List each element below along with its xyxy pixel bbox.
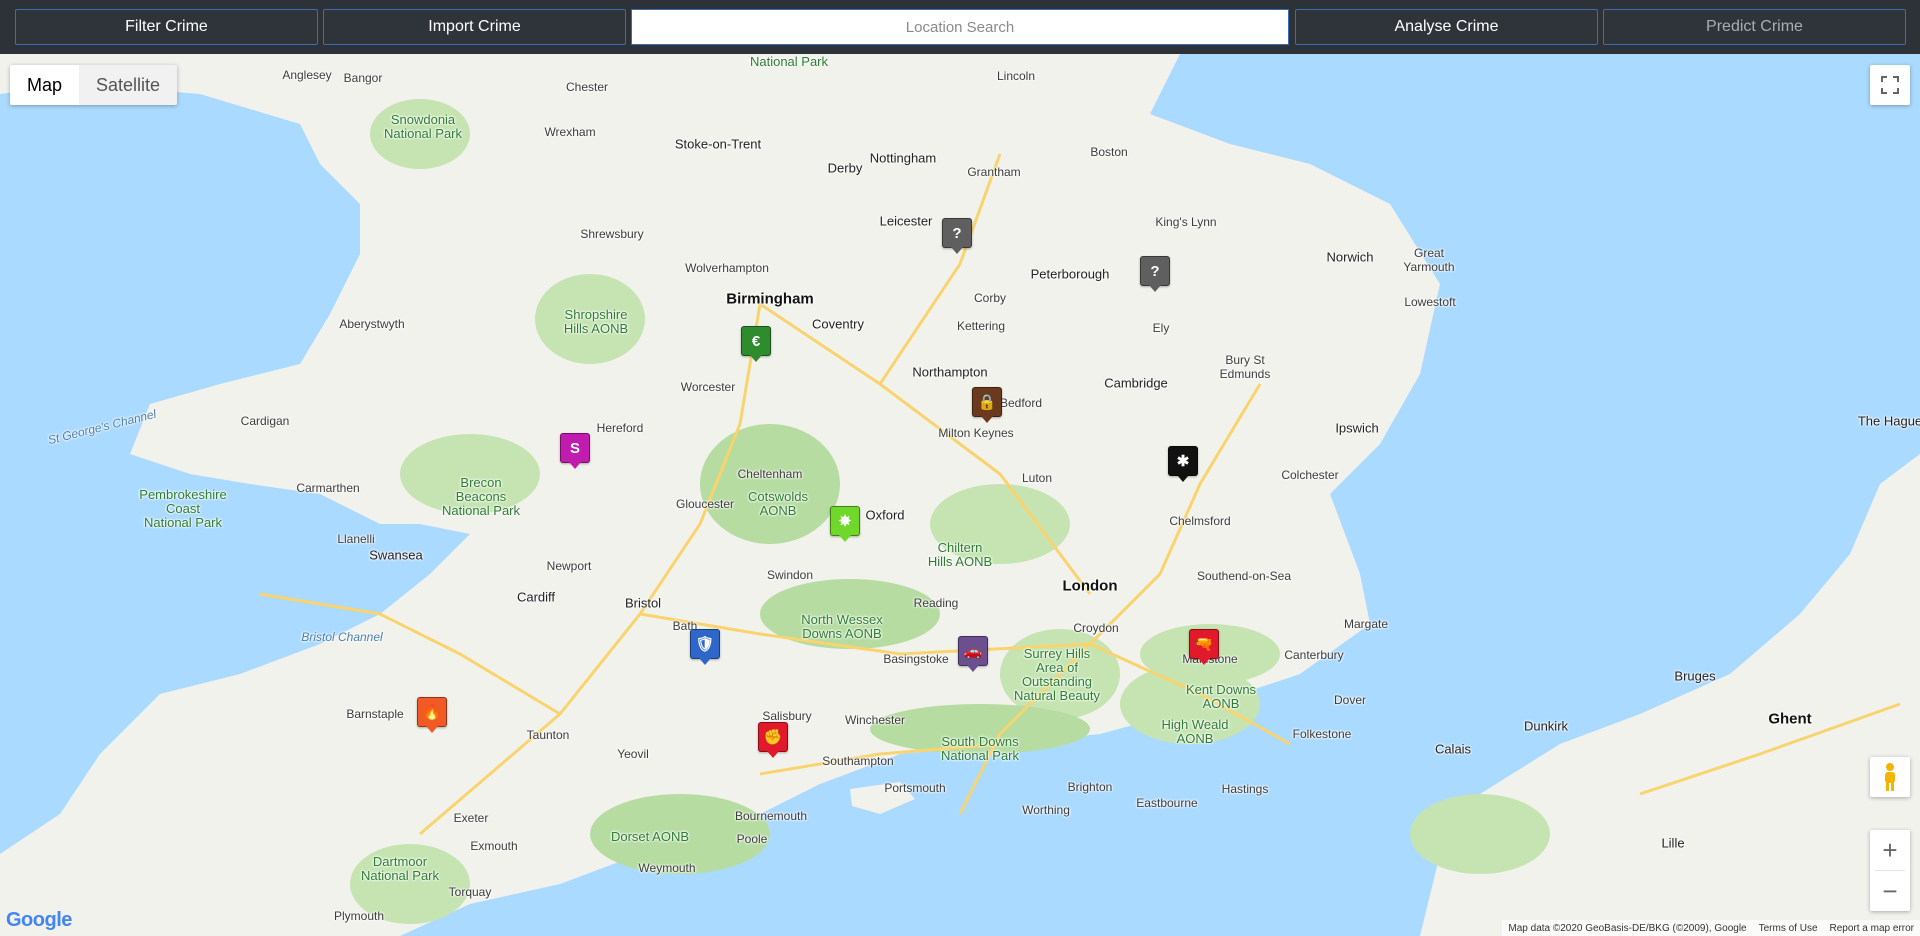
unknown-crime-marker[interactable]: ? — [1140, 256, 1170, 292]
fullscreen-icon — [1881, 76, 1899, 94]
plus-icon: + — [1882, 834, 1898, 865]
fullscreen-button[interactable] — [1870, 65, 1910, 105]
report-error-link[interactable]: Report a map error — [1830, 923, 1914, 934]
arson-marker[interactable]: 🔥 — [417, 697, 447, 733]
asb-marker[interactable]: 🛡 — [690, 629, 720, 665]
map-type-control: Map Satellite — [10, 65, 178, 105]
drugs-marker[interactable]: ✸ — [830, 506, 860, 542]
shoplifting-icon: S — [569, 439, 580, 457]
attribution-text: Map data ©2020 GeoBasis-DE/BKG (©2009), … — [1508, 922, 1747, 934]
top-toolbar: Filter Crime Import Crime Analyse Crime … — [0, 0, 1920, 55]
google-logo[interactable]: Google — [6, 909, 72, 932]
arson-icon: 🔥 — [422, 704, 442, 721]
google-logo-text: Google — [6, 909, 72, 931]
zoom-out-button[interactable]: − — [1870, 871, 1910, 911]
vehicle-crime-marker[interactable]: 🚗 — [958, 636, 988, 672]
violent-crime-icon: 🔫 — [1194, 636, 1214, 653]
predict-crime-button[interactable]: Predict Crime — [1603, 9, 1906, 45]
zoom-control: + − — [1870, 830, 1910, 911]
drugs-icon: ✸ — [838, 513, 852, 530]
public-order-icon: ✊ — [763, 729, 783, 746]
pegman-icon — [1885, 763, 1895, 791]
robbery-marker[interactable]: € — [741, 326, 771, 362]
terms-link[interactable]: Terms of Use — [1759, 923, 1818, 934]
map-footer: Map data ©2020 GeoBasis-DE/BKG (©2009), … — [1502, 920, 1920, 936]
burglary-icon: 🔒 — [977, 394, 997, 411]
import-crime-button[interactable]: Import Crime — [323, 9, 626, 45]
filter-crime-button[interactable]: Filter Crime — [15, 9, 318, 45]
map-type-map-button[interactable]: Map — [10, 65, 80, 105]
unknown-crime-marker[interactable]: ? — [942, 218, 972, 254]
analyse-crime-button[interactable]: Analyse Crime — [1295, 9, 1598, 45]
weapons-icon: ✱ — [1176, 453, 1190, 470]
public-order-marker[interactable]: ✊ — [758, 722, 788, 758]
robbery-icon: € — [751, 332, 761, 350]
burglary-marker[interactable]: 🔒 — [972, 387, 1002, 423]
vehicle-crime-icon: 🚗 — [963, 643, 983, 660]
map-canvas[interactable]: Birmingham London Stoke-on-Trent Derby N… — [0, 54, 1920, 936]
asb-icon: 🛡 — [695, 636, 715, 653]
map-type-satellite-button[interactable]: Satellite — [79, 65, 178, 105]
minus-icon: − — [1882, 875, 1898, 906]
unknown-crime-icon: ? — [952, 224, 962, 242]
zoom-in-button[interactable]: + — [1870, 830, 1910, 870]
violent-crime-marker[interactable]: 🔫 — [1189, 629, 1219, 665]
location-search-input[interactable] — [631, 9, 1289, 45]
weapons-marker[interactable]: ✱ — [1168, 446, 1198, 482]
street-view-button[interactable] — [1870, 757, 1910, 797]
shoplifting-marker[interactable]: S — [560, 433, 590, 469]
map-base-layer — [0, 54, 1920, 936]
unknown-crime-icon: ? — [1150, 262, 1160, 280]
